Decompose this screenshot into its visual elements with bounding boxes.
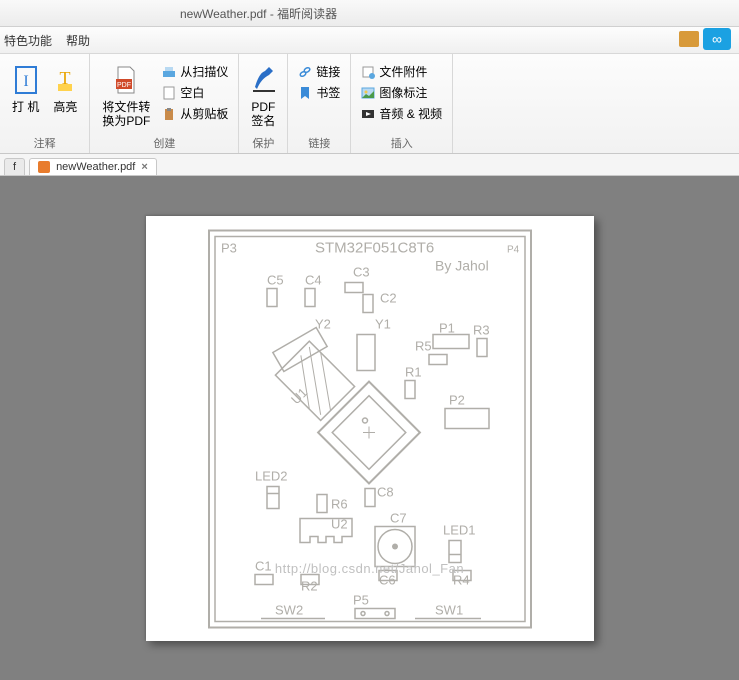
svg-text:T: T bbox=[60, 68, 71, 88]
svg-text:C1: C1 bbox=[255, 558, 272, 573]
image-icon bbox=[361, 86, 375, 100]
ribbon-toolbar: I 打 机 T 高亮 注释 PDF 将文件转 换为PDF 从扫描仪 空白 从剪贴… bbox=[0, 54, 739, 154]
svg-text:R2: R2 bbox=[301, 578, 318, 593]
ribbon-group-insert: 文件附件 图像标注 音频 & 视频 插入 bbox=[351, 54, 453, 153]
group-label-link: 链接 bbox=[308, 133, 330, 151]
bookmark-button[interactable]: 书签 bbox=[294, 83, 344, 102]
document-tab-2[interactable]: newWeather.pdf × bbox=[29, 158, 157, 175]
svg-text:C4: C4 bbox=[305, 272, 322, 287]
pdf-file-icon bbox=[38, 161, 50, 173]
convert-to-pdf-button[interactable]: PDF 将文件转 换为PDF bbox=[96, 58, 156, 133]
svg-text:C5: C5 bbox=[267, 272, 284, 287]
ribbon-group-protect: PDF 签名 保护 bbox=[239, 54, 288, 153]
svg-text:U1: U1 bbox=[287, 384, 309, 406]
link-button[interactable]: 链接 bbox=[294, 62, 344, 81]
media-icon bbox=[361, 107, 375, 121]
svg-text:R6: R6 bbox=[331, 496, 348, 511]
svg-text:P2: P2 bbox=[449, 392, 465, 407]
typewriter-label: 打 机 bbox=[12, 100, 39, 114]
svg-text:C7: C7 bbox=[390, 510, 407, 525]
ribbon-group-annotate: I 打 机 T 高亮 注释 bbox=[0, 54, 90, 153]
group-label-protect: 保护 bbox=[252, 133, 274, 151]
svg-text:I: I bbox=[23, 73, 28, 90]
file-attachment-button[interactable]: 文件附件 bbox=[357, 62, 446, 81]
svg-text:STM32F051C8T6: STM32F051C8T6 bbox=[315, 239, 434, 256]
folder-icon[interactable] bbox=[679, 31, 699, 47]
from-clipboard-button[interactable]: 从剪贴板 bbox=[158, 104, 232, 123]
typewriter-button[interactable]: I 打 机 bbox=[6, 58, 45, 118]
image-annotation-button[interactable]: 图像标注 bbox=[357, 83, 446, 102]
pdf-sign-label: PDF 签名 bbox=[251, 100, 275, 129]
svg-text:By Jahol: By Jahol bbox=[435, 257, 489, 273]
cloud-sync-icon[interactable]: ∞ bbox=[703, 28, 731, 50]
document-tab-bar: f newWeather.pdf × bbox=[0, 154, 739, 176]
svg-text:LED2: LED2 bbox=[255, 468, 288, 483]
svg-text:P4: P4 bbox=[507, 244, 520, 255]
pdf-sign-button[interactable]: PDF 签名 bbox=[245, 58, 281, 133]
svg-text:SW2: SW2 bbox=[275, 602, 303, 617]
attachment-icon bbox=[361, 65, 375, 79]
menu-bar: 特色功能 帮助 ∞ bbox=[0, 27, 739, 54]
group-label-create: 创建 bbox=[153, 133, 175, 151]
title-bar: newWeather.pdf - 福昕阅读器 bbox=[0, 0, 739, 27]
svg-text:C3: C3 bbox=[353, 264, 370, 279]
svg-text:R5: R5 bbox=[415, 338, 432, 353]
highlight-button[interactable]: T 高亮 bbox=[47, 58, 83, 118]
svg-text:U2: U2 bbox=[331, 516, 348, 531]
svg-text:C2: C2 bbox=[380, 290, 397, 305]
close-tab-icon[interactable]: × bbox=[141, 161, 147, 173]
ribbon-group-create: PDF 将文件转 换为PDF 从扫描仪 空白 从剪贴板 创建 bbox=[90, 54, 239, 153]
document-tab-1[interactable]: f bbox=[4, 158, 25, 175]
group-label-annotate: 注释 bbox=[34, 133, 56, 151]
svg-text:P1: P1 bbox=[439, 320, 455, 335]
pdf-viewer[interactable]: http://blog.csdn.net/Jahol_Fan P3 STM32F… bbox=[0, 176, 739, 680]
svg-text:SW1: SW1 bbox=[435, 602, 463, 617]
svg-text:R3: R3 bbox=[473, 322, 490, 337]
clipboard-icon bbox=[162, 107, 176, 121]
svg-text:Y1: Y1 bbox=[375, 316, 391, 331]
bookmark-icon bbox=[298, 86, 312, 100]
menu-features[interactable]: 特色功能 bbox=[4, 32, 52, 49]
ribbon-group-link: 链接 书签 链接 bbox=[288, 54, 351, 153]
highlight-label: 高亮 bbox=[53, 100, 77, 114]
blank-button[interactable]: 空白 bbox=[158, 83, 232, 102]
menu-help[interactable]: 帮助 bbox=[66, 32, 90, 49]
from-scanner-button[interactable]: 从扫描仪 bbox=[158, 62, 232, 81]
link-icon bbox=[298, 65, 312, 79]
svg-text:P3: P3 bbox=[221, 240, 237, 255]
svg-text:C8: C8 bbox=[377, 484, 394, 499]
audio-video-button[interactable]: 音频 & 视频 bbox=[357, 104, 446, 123]
group-label-insert: 插入 bbox=[391, 133, 413, 151]
pdf-page: http://blog.csdn.net/Jahol_Fan P3 STM32F… bbox=[146, 216, 594, 641]
scanner-icon bbox=[162, 65, 176, 79]
svg-text:PDF: PDF bbox=[117, 82, 131, 89]
title-text: newWeather.pdf - 福昕阅读器 bbox=[180, 5, 337, 22]
svg-text:LED1: LED1 bbox=[443, 522, 476, 537]
convert-to-pdf-label: 将文件转 换为PDF bbox=[102, 100, 150, 129]
svg-text:R1: R1 bbox=[405, 364, 422, 379]
watermark-text: http://blog.csdn.net/Jahol_Fan bbox=[275, 561, 464, 576]
blank-page-icon bbox=[162, 86, 176, 100]
svg-text:P5: P5 bbox=[353, 592, 369, 607]
